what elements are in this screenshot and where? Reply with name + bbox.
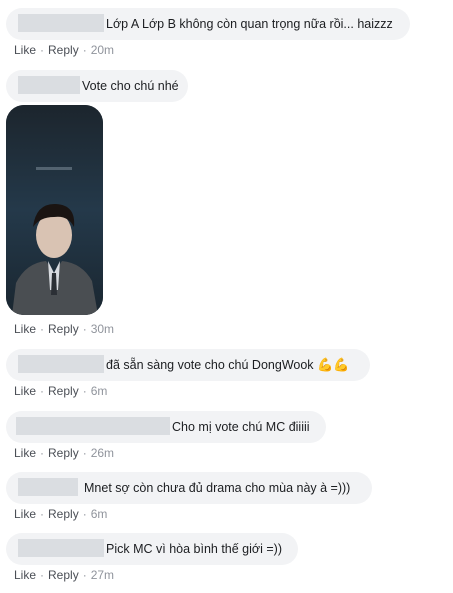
comment-actions: Like · Reply · 6m bbox=[14, 507, 107, 521]
reply-link[interactable]: Reply bbox=[48, 322, 79, 336]
separator-dot: · bbox=[40, 384, 45, 398]
flexed-biceps-icon: 💪💪 bbox=[317, 357, 350, 372]
redacted-username bbox=[18, 539, 104, 557]
comment-actions: Like · Reply · 20m bbox=[14, 43, 114, 57]
comment-text: Cho mị vote chú MC điiiii bbox=[172, 420, 310, 434]
comment-text-body: đã sẵn sàng vote cho chú DongWook bbox=[106, 358, 314, 372]
portrait-image bbox=[6, 105, 103, 315]
redacted-username bbox=[18, 355, 104, 373]
comment-text: đã sẵn sàng vote cho chú DongWook 💪💪 bbox=[106, 349, 349, 381]
reply-link[interactable]: Reply bbox=[48, 384, 79, 398]
like-link[interactable]: Like bbox=[14, 507, 36, 521]
reply-link[interactable]: Reply bbox=[48, 568, 79, 582]
separator-dot: · bbox=[40, 446, 45, 460]
comment-text: Pick MC vì hòa bình thế giới =)) bbox=[106, 542, 282, 556]
timestamp[interactable]: 27m bbox=[91, 568, 114, 582]
separator-dot: · bbox=[82, 446, 87, 460]
redacted-username bbox=[18, 478, 78, 496]
timestamp[interactable]: 20m bbox=[91, 43, 114, 57]
comment-actions: Like · Reply · 27m bbox=[14, 568, 114, 582]
like-link[interactable]: Like bbox=[14, 322, 36, 336]
reply-link[interactable]: Reply bbox=[48, 507, 79, 521]
reply-link[interactable]: Reply bbox=[48, 446, 79, 460]
comment-text: Vote cho chú nhé bbox=[82, 79, 179, 93]
like-link[interactable]: Like bbox=[14, 384, 36, 398]
separator-dot: · bbox=[82, 568, 87, 582]
comment-actions: Like · Reply · 30m bbox=[14, 322, 114, 336]
timestamp[interactable]: 26m bbox=[91, 446, 114, 460]
like-link[interactable]: Like bbox=[14, 568, 36, 582]
attached-photo[interactable] bbox=[6, 105, 103, 315]
comment-text: Mnet sợ còn chưa đủ drama cho mùa này à … bbox=[84, 481, 351, 495]
like-link[interactable]: Like bbox=[14, 43, 36, 57]
redacted-username bbox=[16, 417, 170, 435]
like-link[interactable]: Like bbox=[14, 446, 36, 460]
separator-dot: · bbox=[82, 43, 87, 57]
redacted-username bbox=[18, 14, 104, 32]
comment-actions: Like · Reply · 6m bbox=[14, 384, 107, 398]
separator-dot: · bbox=[40, 322, 45, 336]
separator-dot: · bbox=[40, 43, 45, 57]
comment-actions: Like · Reply · 26m bbox=[14, 446, 114, 460]
comment-text: Lớp A Lớp B không còn quan trọng nữa rồi… bbox=[106, 17, 393, 31]
reply-link[interactable]: Reply bbox=[48, 43, 79, 57]
timestamp[interactable]: 6m bbox=[91, 384, 108, 398]
separator-dot: · bbox=[40, 507, 45, 521]
separator-dot: · bbox=[82, 322, 87, 336]
redacted-username bbox=[18, 76, 80, 94]
timestamp[interactable]: 30m bbox=[91, 322, 114, 336]
separator-dot: · bbox=[82, 507, 87, 521]
timestamp[interactable]: 6m bbox=[91, 507, 108, 521]
separator-dot: · bbox=[40, 568, 45, 582]
separator-dot: · bbox=[82, 384, 87, 398]
